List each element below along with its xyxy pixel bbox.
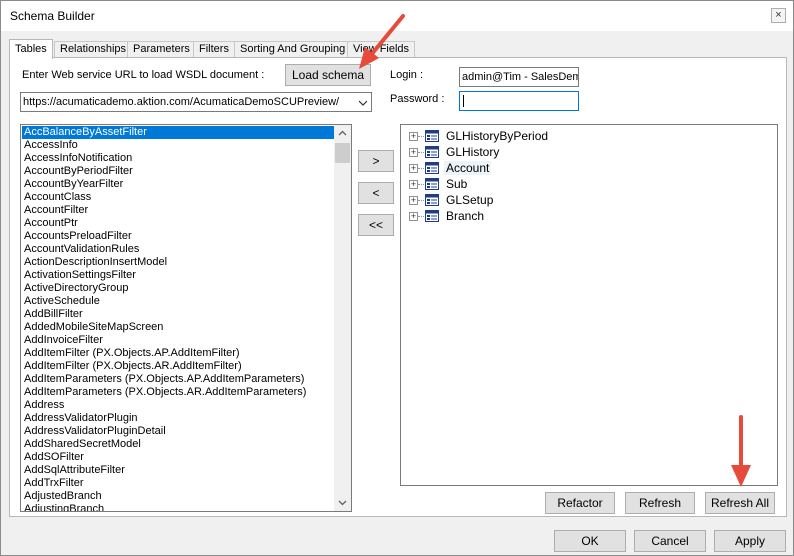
tree-connector xyxy=(418,168,424,169)
tab-view-fields[interactable]: View Fields xyxy=(347,41,416,58)
tree-node[interactable]: + GLHistory xyxy=(409,144,609,160)
tree-connector xyxy=(418,152,424,153)
table-icon xyxy=(425,162,439,174)
tab-relationships[interactable]: Relationships xyxy=(54,41,133,58)
tab-tables[interactable]: Tables xyxy=(9,39,53,59)
available-tables-list[interactable]: AccBalanceByAssetFilter AccessInfo AccessI… xyxy=(20,124,352,512)
tree-node-label: GLHistory xyxy=(446,145,500,159)
close-button[interactable]: × xyxy=(771,8,786,23)
apply-button[interactable]: Apply xyxy=(714,530,786,552)
list-item[interactable]: Address xyxy=(22,399,334,412)
tree-connector xyxy=(418,184,424,185)
table-icon xyxy=(425,210,439,222)
list-item[interactable]: AccountClass xyxy=(22,191,334,204)
list-item[interactable]: AccountValidationRules xyxy=(22,243,334,256)
chevron-down-icon[interactable] xyxy=(359,99,367,107)
list-item[interactable]: ActiveSchedule xyxy=(22,295,334,308)
tree-node-label: Sub xyxy=(446,177,468,191)
add-table-button[interactable]: > xyxy=(358,150,394,172)
tree-connector xyxy=(418,136,424,137)
list-item[interactable]: AccBalanceByAssetFilter xyxy=(22,126,334,139)
tab-parameters[interactable]: Parameters xyxy=(127,41,196,58)
table-icon xyxy=(425,146,439,158)
scrollbar-thumb[interactable] xyxy=(335,143,350,163)
list-item[interactable]: AddressValidatorPlugin xyxy=(22,412,334,425)
tab-sorting-and-grouping[interactable]: Sorting And Grouping xyxy=(234,41,352,58)
tree-node[interactable]: + Account xyxy=(409,160,609,176)
wsdl-url-combobox[interactable]: https://acumaticademo.aktion.com/Acumati… xyxy=(20,92,372,112)
login-label: Login : xyxy=(390,69,424,81)
remove-all-tables-button[interactable]: << xyxy=(358,214,394,236)
list-item[interactable]: AccessInfo xyxy=(22,139,334,152)
expand-icon[interactable]: + xyxy=(409,132,418,141)
expand-icon[interactable]: + xyxy=(409,164,418,173)
table-icon xyxy=(425,130,439,142)
list-item[interactable]: ActiveDirectoryGroup xyxy=(22,282,334,295)
list-item[interactable]: AddTrxFilter xyxy=(22,477,334,490)
list-item[interactable]: AccessInfoNotification xyxy=(22,152,334,165)
tree-node-label: Branch xyxy=(446,209,485,223)
list-item[interactable]: AccountsPreloadFilter xyxy=(22,230,334,243)
title-bar[interactable]: Schema Builder × xyxy=(1,1,793,31)
tree-connector xyxy=(418,216,424,217)
selected-tables-tree[interactable]: + GLHistoryByPeriod + GLHistory + Account + Sub… xyxy=(400,124,778,486)
expand-icon[interactable]: + xyxy=(409,212,418,221)
wsdl-url-label: Enter Web service URL to load WSDL docum… xyxy=(22,69,265,81)
password-field[interactable] xyxy=(459,91,579,111)
list-item[interactable]: AccountPtr xyxy=(22,217,334,230)
scroll-up-icon[interactable] xyxy=(334,125,351,142)
tree-node-label: Account xyxy=(444,161,492,175)
expand-icon[interactable]: + xyxy=(409,148,418,157)
list-item[interactable]: AccountByYearFilter xyxy=(22,178,334,191)
list-item[interactable]: AddSqlAttributeFilter xyxy=(22,464,334,477)
refresh-button[interactable]: Refresh xyxy=(625,492,695,514)
load-schema-button[interactable]: Load schema xyxy=(285,64,371,86)
list-item[interactable]: AddInvoiceFilter xyxy=(22,334,334,347)
expand-icon[interactable]: + xyxy=(409,180,418,189)
tables-tab-panel: Enter Web service URL to load WSDL docum… xyxy=(9,57,787,517)
password-label: Password : xyxy=(390,93,445,105)
login-field[interactable]: admin@Tim - SalesDemo xyxy=(459,67,579,87)
tree-node[interactable]: + Sub xyxy=(409,176,609,192)
scroll-down-icon[interactable] xyxy=(334,494,351,511)
ok-button[interactable]: OK xyxy=(554,530,626,552)
available-tables-items: AccBalanceByAssetFilter AccessInfo AccessI… xyxy=(22,126,334,511)
tree-node[interactable]: + Branch xyxy=(409,208,609,224)
tree-node-label: GLSetup xyxy=(446,193,494,207)
list-item[interactable]: AccountFilter xyxy=(22,204,334,217)
remove-table-button[interactable]: < xyxy=(358,182,394,204)
list-item[interactable]: ActivationSettingsFilter xyxy=(22,269,334,282)
tree-connector xyxy=(418,200,424,201)
schema-builder-window: Schema Builder × Tables Relationships Pa… xyxy=(0,0,794,556)
cancel-button[interactable]: Cancel xyxy=(634,530,706,552)
refactor-button[interactable]: Refactor xyxy=(545,492,615,514)
tree-node[interactable]: + GLHistoryByPeriod xyxy=(409,128,609,144)
table-icon xyxy=(425,194,439,206)
list-item[interactable]: AddressValidatorPluginDetail xyxy=(22,425,334,438)
list-item[interactable]: AdjustingBranch xyxy=(22,503,334,511)
list-item[interactable]: ActionDescriptionInsertModel xyxy=(22,256,334,269)
list-item[interactable]: AddItemParameters (PX.Objects.AR.AddItem… xyxy=(22,386,334,399)
tree-node-label: GLHistoryByPeriod xyxy=(446,129,549,143)
list-item[interactable]: AccountByPeriodFilter xyxy=(22,165,334,178)
window-title: Schema Builder xyxy=(10,9,95,23)
list-item[interactable]: AdjustedBranch xyxy=(22,490,334,503)
list-item[interactable]: AddItemParameters (PX.Objects.AP.AddItem… xyxy=(22,373,334,386)
text-caret xyxy=(463,95,464,107)
list-item[interactable]: AddItemFilter (PX.Objects.AP.AddItemFilt… xyxy=(22,347,334,360)
tree-node[interactable]: + GLSetup xyxy=(409,192,609,208)
list-item[interactable]: AddedMobileSiteMapScreen xyxy=(22,321,334,334)
expand-icon[interactable]: + xyxy=(409,196,418,205)
table-icon xyxy=(425,178,439,190)
list-item[interactable]: AddBillFilter xyxy=(22,308,334,321)
list-vertical-scrollbar[interactable] xyxy=(334,125,351,511)
wsdl-url-value: https://acumaticademo.aktion.com/Acumati… xyxy=(23,96,340,108)
refresh-all-button[interactable]: Refresh All xyxy=(705,492,775,514)
tab-filters[interactable]: Filters xyxy=(193,41,235,58)
list-item[interactable]: AddSOFilter xyxy=(22,451,334,464)
list-item[interactable]: AddSharedSecretModel xyxy=(22,438,334,451)
list-item[interactable]: AddItemFilter (PX.Objects.AR.AddItemFilt… xyxy=(22,360,334,373)
